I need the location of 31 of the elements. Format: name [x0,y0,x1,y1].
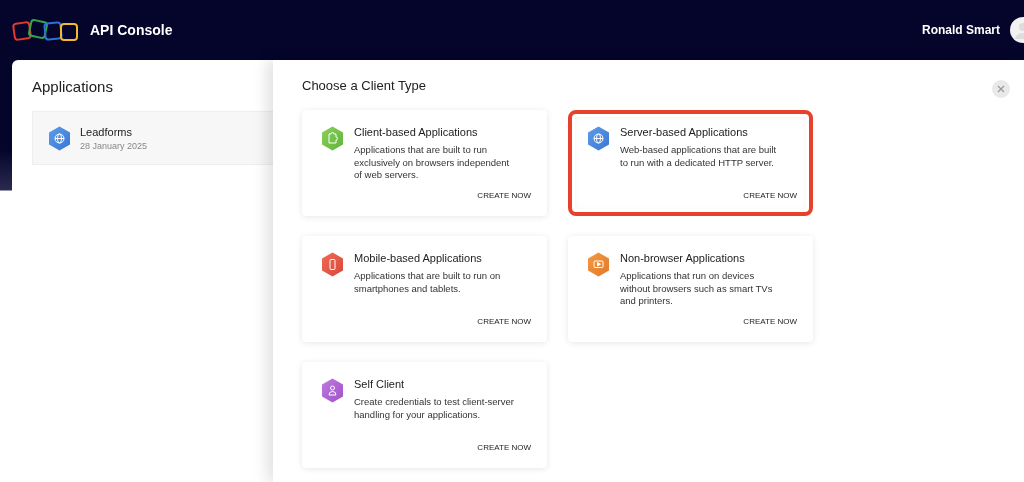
dialog-title: Choose a Client Type [302,78,427,93]
logo-icon [12,16,80,44]
create-now-link[interactable]: CREATE NOW [477,443,531,452]
close-button[interactable] [992,80,1010,98]
phone-icon [320,252,345,277]
user-name[interactable]: Ronald Smart [922,23,1000,37]
close-icon [997,85,1005,93]
create-now-link[interactable]: CREATE NOW [477,191,531,200]
application-item[interactable]: Leadforms 28 January 2025 [32,111,273,165]
create-now-link[interactable]: CREATE NOW [743,191,797,200]
card-title: Server-based Applications [620,126,749,138]
person-icon [320,378,345,403]
card-title: Mobile-based Applications [354,252,483,264]
application-date: 28 January 2025 [80,140,148,151]
panel-title: Applications [32,78,114,95]
card-description: Web-based applications that are built to run with a dedicated HTTP server. [620,144,778,169]
card-description: Applications that are built to run on smartphones and tablets. [354,270,502,295]
application-name: Leadforms [80,125,133,138]
card-description: Applications that run on devices without browsers such as smart TVs and printers. [620,270,774,308]
card-title: Client-based Applications [354,126,479,138]
client-type-card[interactable]: Server-based Applications Web-based applications that are built to run with a dedicated HTTP server. CREATE NOW [568,110,813,216]
card-description: Applications that are built to run exclusively on browsers independent of web servers. [354,144,511,182]
screen-play-icon [586,252,611,277]
card-description: Create credentials to test client-server handling for your applications. [354,396,514,421]
globe-icon [586,126,611,151]
card-title: Non-browser Applications [620,252,746,264]
globe-icon [47,125,72,151]
create-now-link[interactable]: CREATE NOW [477,317,531,326]
create-now-link[interactable]: CREATE NOW [743,317,797,326]
app-title: API Console [90,22,174,38]
card-title: Self Client [354,378,406,390]
